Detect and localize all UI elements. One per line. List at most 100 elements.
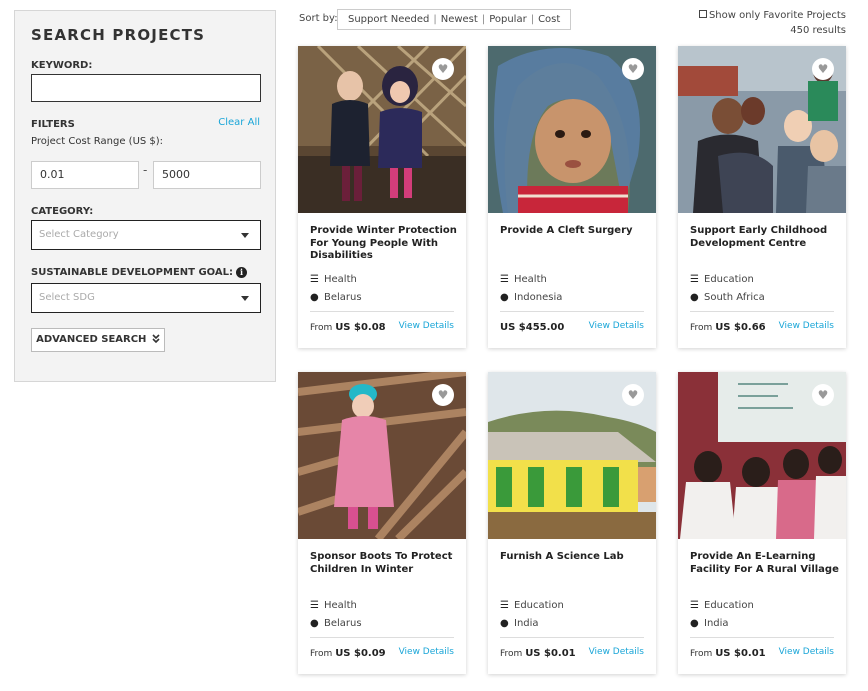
favorite-button[interactable]: ♥ (812, 384, 834, 406)
divider (690, 637, 834, 638)
project-card[interactable]: ♥ Sponsor Boots To Protect Children In W… (298, 372, 466, 674)
sort-cost[interactable]: Cost (538, 14, 560, 25)
project-price: From US $0.01 (500, 648, 576, 659)
clear-all-link[interactable]: Clear All (218, 117, 260, 128)
location-text: Indonesia (514, 292, 563, 303)
view-details-link[interactable]: View Details (589, 321, 644, 331)
list-icon: ☰ (310, 600, 319, 611)
cost-max-input[interactable]: 5000 (153, 161, 261, 189)
price-value: US $0.01 (715, 648, 766, 659)
keyword-input[interactable] (31, 74, 261, 102)
project-card[interactable]: ♥ Provide A Cleft Surgery ☰ Health ● Indon… (488, 46, 656, 348)
project-category: ☰ Education (690, 600, 754, 611)
project-card[interactable]: ♥ Support Early Childhood Development Ce… (678, 46, 846, 348)
advanced-search-button[interactable]: ADVANCED SEARCH (31, 328, 165, 352)
favorite-button[interactable]: ♥ (622, 384, 644, 406)
view-details-link[interactable]: View Details (399, 321, 454, 331)
keyword-label: KEYWORD: (31, 60, 93, 71)
info-icon[interactable]: i (236, 267, 247, 278)
favorite-button[interactable]: ♥ (432, 58, 454, 80)
project-location: ● India (690, 618, 729, 629)
view-details-link[interactable]: View Details (589, 647, 644, 657)
view-details-link[interactable]: View Details (779, 647, 834, 657)
heart-icon: ♥ (627, 62, 639, 76)
project-location: ● India (500, 618, 539, 629)
category-text: Education (704, 600, 754, 611)
list-icon: ☰ (500, 274, 509, 285)
project-title[interactable]: Provide A Cleft Surgery (500, 225, 650, 238)
cost-range-label: Project Cost Range (US $): (31, 136, 164, 147)
price-prefix: From (500, 649, 523, 659)
sort-label: Sort by: (299, 13, 338, 24)
heart-icon: ♥ (817, 62, 829, 76)
project-card[interactable]: ♥ Furnish A Science Lab ☰ Education ● Indi… (488, 372, 656, 674)
location-text: Belarus (324, 292, 362, 303)
sort-support-needed[interactable]: Support Needed (348, 14, 429, 25)
category-text: Education (514, 600, 564, 611)
project-location: ● Belarus (310, 618, 362, 629)
results-count: 450 results (790, 25, 846, 36)
category-text: Education (704, 274, 754, 285)
heart-icon: ♥ (817, 388, 829, 402)
sort-separator: | (530, 14, 535, 25)
heart-icon: ♥ (437, 62, 449, 76)
double-chevron-down-icon (152, 334, 160, 344)
project-title[interactable]: Sponsor Boots To Protect Children In Win… (310, 551, 460, 576)
map-pin-icon: ● (690, 618, 699, 629)
list-icon: ☰ (690, 600, 699, 611)
map-pin-icon: ● (310, 618, 319, 629)
divider (500, 637, 644, 638)
sort-newest[interactable]: Newest (441, 14, 478, 25)
divider (500, 311, 644, 312)
favorites-checkbox[interactable] (698, 10, 707, 18)
map-pin-icon: ● (500, 618, 509, 629)
sdg-label: SUSTAINABLE DEVELOPMENT GOAL: (31, 267, 233, 278)
location-text: Belarus (324, 618, 362, 629)
map-pin-icon: ● (310, 292, 319, 303)
heart-icon: ♥ (437, 388, 449, 402)
project-title[interactable]: Furnish A Science Lab (500, 551, 650, 564)
sort-popular[interactable]: Popular (489, 14, 527, 25)
divider (310, 637, 454, 638)
category-text: Health (514, 274, 547, 285)
favorite-button[interactable]: ♥ (432, 384, 454, 406)
cost-min-input[interactable]: 0.01 (31, 161, 139, 189)
divider (690, 311, 834, 312)
project-title[interactable]: Provide An E-Learning Facility For A Rur… (690, 551, 840, 576)
location-text: South Africa (704, 292, 765, 303)
project-card[interactable]: ♥ Provide An E-Learning Facility For A R… (678, 372, 846, 674)
favorites-label: Show only Favorite Projects (708, 10, 846, 21)
category-text: Health (324, 600, 357, 611)
favorite-button[interactable]: ♥ (622, 58, 644, 80)
price-prefix: From (690, 323, 713, 333)
range-separator: - (143, 163, 148, 177)
category-select-placeholder: Select Category (39, 229, 119, 240)
filters-label: FILTERS (31, 119, 75, 130)
project-price: From US $0.09 (310, 648, 386, 659)
project-card[interactable]: ♥ Provide Winter Protection For Young Pe… (298, 46, 466, 348)
view-details-link[interactable]: View Details (779, 321, 834, 331)
project-category: ☰ Health (500, 274, 547, 285)
project-title[interactable]: Provide Winter Protection For Young Peop… (310, 225, 460, 263)
category-select[interactable]: Select Category (31, 220, 261, 250)
view-details-link[interactable]: View Details (399, 647, 454, 657)
caret-down-icon (241, 296, 249, 301)
price-prefix: From (690, 649, 713, 659)
project-price: From US $0.01 (690, 648, 766, 659)
project-price: US $455.00 (500, 322, 564, 333)
project-title[interactable]: Support Early Childhood Development Cent… (690, 225, 840, 250)
project-price: From US $0.66 (690, 322, 766, 333)
sdg-select[interactable]: Select SDG (31, 283, 261, 313)
list-icon: ☰ (500, 600, 509, 611)
sdg-label-row: SUSTAINABLE DEVELOPMENT GOAL: i (31, 267, 247, 278)
sort-separator: | (433, 14, 437, 25)
favorites-checkbox-row[interactable]: Show only Favorite Projects (698, 10, 846, 21)
project-category: ☰ Health (310, 274, 357, 285)
project-location: ● South Africa (690, 292, 765, 303)
list-icon: ☰ (310, 274, 319, 285)
category-text: Health (324, 274, 357, 285)
sort-options: Support Needed | Newest | Popular | Cost (337, 9, 572, 30)
project-location: ● Belarus (310, 292, 362, 303)
sidebar-title: SEARCH PROJECTS (31, 26, 206, 44)
favorite-button[interactable]: ♥ (812, 58, 834, 80)
